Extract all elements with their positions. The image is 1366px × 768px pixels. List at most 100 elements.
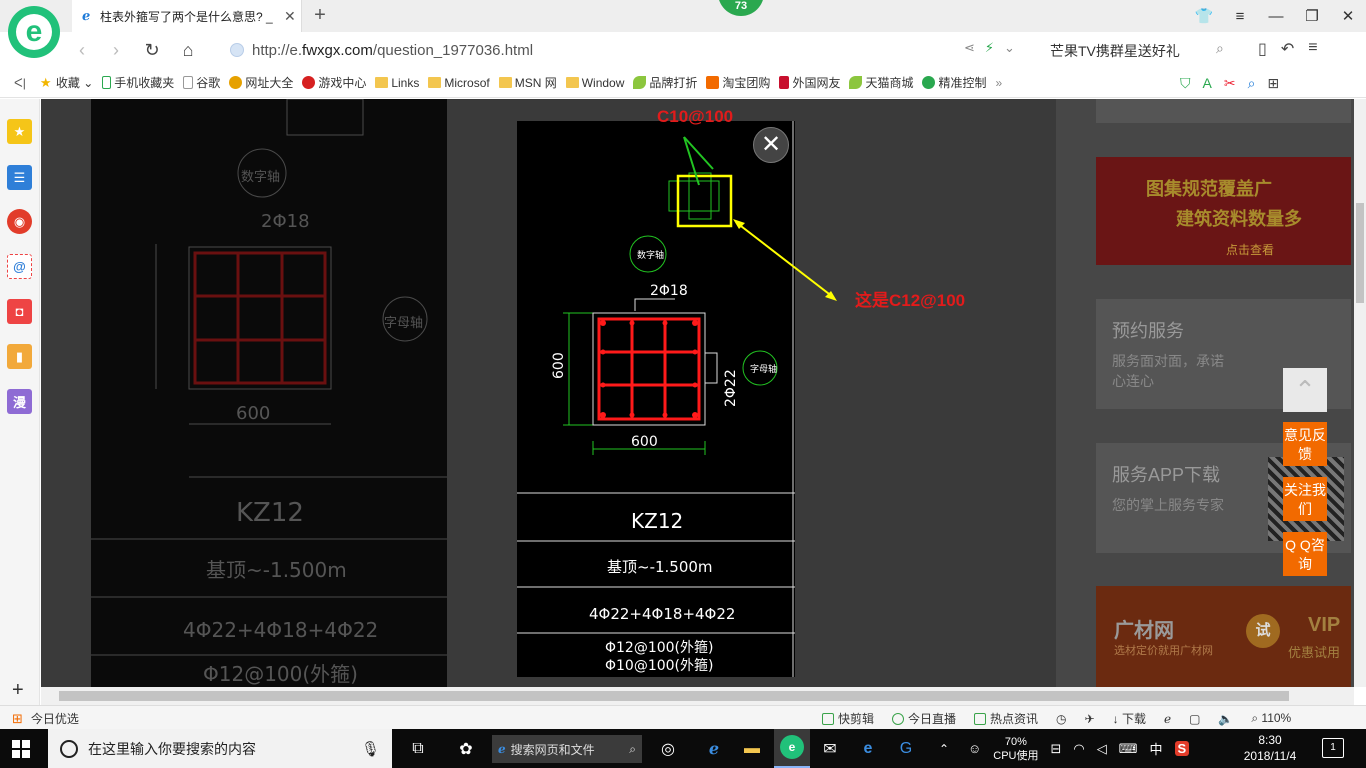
live-link[interactable]: 今日直播 xyxy=(892,710,956,727)
bookmarks-more-icon[interactable]: » xyxy=(995,76,1002,90)
tab-active[interactable]: ℯ 柱表外箍写了两个是什么意思? _ ✕ xyxy=(72,0,302,32)
glodon-app-icon[interactable]: G xyxy=(892,735,920,763)
system-clock[interactable]: 8:30 2018/11/4 xyxy=(1240,732,1300,764)
favorites-star-icon[interactable]: ★ xyxy=(7,119,32,144)
browser-logo[interactable]: e xyxy=(8,6,60,58)
search-icon[interactable]: ⌕ xyxy=(1216,40,1224,57)
active-app-browser[interactable]: e xyxy=(774,729,810,768)
horizontal-scrollbar[interactable] xyxy=(41,687,1354,705)
refresh-icon[interactable]: ↻ xyxy=(140,38,164,62)
url-text[interactable]: http://e.fwxgx.com/question_1977036.html xyxy=(252,42,533,59)
edge-icon[interactable]: e xyxy=(854,735,882,763)
magnifier-icon[interactable]: ⌕ xyxy=(1248,75,1256,92)
shield-icon[interactable]: ⛉ xyxy=(1180,75,1191,92)
bookmark-item[interactable]: 精准控制 xyxy=(922,74,986,91)
close-window-icon[interactable]: ✕ xyxy=(1330,0,1366,32)
taskbar-search[interactable]: 在这里输入你要搜索的内容 🎙 xyxy=(48,729,392,768)
cpu-usage[interactable]: 70% CPU使用 xyxy=(993,735,1038,763)
minimize-icon[interactable]: — xyxy=(1258,0,1294,32)
home-icon[interactable]: ⌂ xyxy=(176,38,200,62)
quick-clip-link[interactable]: 快剪辑 xyxy=(822,710,874,727)
follow-us-button[interactable]: 关注我们 xyxy=(1283,477,1327,521)
bookmark-item[interactable]: 手机收藏夹 xyxy=(102,74,174,91)
scissors-icon[interactable]: ✂ xyxy=(1224,75,1236,92)
skin-icon[interactable]: 👕 xyxy=(1186,0,1222,32)
acceleration-icon[interactable]: ◷ xyxy=(1056,712,1066,726)
more-menu-icon[interactable]: ≡ xyxy=(1308,39,1317,59)
sound-icon[interactable]: 🔈 xyxy=(1218,712,1233,726)
vertical-scroll-thumb[interactable] xyxy=(1356,203,1364,303)
mobile-icon[interactable]: ▯ xyxy=(1258,39,1267,59)
lightbox-close-button[interactable]: ✕ xyxy=(753,127,789,163)
bookmark-item[interactable]: 游戏中心 xyxy=(302,74,366,91)
window-icon[interactable]: ▢ xyxy=(1189,712,1200,726)
taskbar-mini-search[interactable]: ℯ 搜索网页和文件 ⌕ xyxy=(492,735,642,763)
bookmark-item[interactable]: 淘宝团购 xyxy=(706,74,770,91)
back-icon[interactable]: ‹ xyxy=(70,38,94,62)
notification-badge[interactable]: 73 xyxy=(718,0,764,16)
sogou-ime-icon[interactable]: S xyxy=(1174,741,1190,756)
wifi-icon[interactable]: ◠ xyxy=(1073,741,1084,757)
share-icon[interactable]: ⋖ xyxy=(964,40,975,56)
chevron-down-icon[interactable]: ⌄ xyxy=(1004,40,1015,56)
game-controller-icon[interactable]: ◘ xyxy=(7,299,32,324)
bookmark-item[interactable]: 外国网友 xyxy=(779,74,840,91)
new-tab-icon[interactable]: + xyxy=(310,4,330,27)
site-info-icon[interactable] xyxy=(230,43,244,57)
comic-icon[interactable]: 漫 xyxy=(7,389,32,414)
volume-icon[interactable]: ◁ xyxy=(1097,741,1107,757)
hot-news-link[interactable]: 热点资讯 xyxy=(974,710,1038,727)
undo-icon[interactable]: ↶ xyxy=(1281,39,1294,59)
promo-banner-guangcai[interactable]: 广材网 选材定价就用广材网 试 VIP 优惠试用 xyxy=(1096,586,1351,687)
book-icon[interactable]: ▮ xyxy=(7,344,32,369)
zoom-level[interactable]: ⌕ 110% xyxy=(1251,711,1291,726)
news-list-icon[interactable]: ☰ xyxy=(7,165,32,190)
internet-explorer-icon[interactable]: ℯ xyxy=(700,735,728,763)
bookmark-item[interactable]: 网址大全 xyxy=(229,74,293,91)
back-to-top-button[interactable]: ⌃ xyxy=(1283,368,1327,412)
menu-icon[interactable]: ≡ xyxy=(1222,0,1258,32)
ie-icon[interactable]: ℯ xyxy=(1164,712,1171,726)
bookmark-item[interactable]: Microsof xyxy=(428,76,490,90)
bookmark-item[interactable]: 谷歌 xyxy=(183,74,220,91)
weibo-icon[interactable]: ◉ xyxy=(7,209,32,234)
bookmark-item[interactable]: Window xyxy=(565,76,624,90)
address-bar[interactable]: http://e.fwxgx.com/question_1977036.html xyxy=(230,37,1030,63)
bookmark-item[interactable]: MSN 网 xyxy=(498,74,557,91)
spiral-app-icon[interactable]: ◎ xyxy=(654,735,682,763)
qq-consult-button[interactable]: Q Q咨询 xyxy=(1283,532,1327,576)
network-icon[interactable]: ⊟ xyxy=(1051,741,1062,757)
feedback-button[interactable]: 意见反馈 xyxy=(1283,422,1327,466)
vertical-scrollbar[interactable] xyxy=(1354,99,1366,687)
bookmark-item[interactable]: 天猫商城 xyxy=(849,74,913,91)
bookmark-item[interactable]: Links xyxy=(375,76,419,90)
keyboard-icon[interactable]: ⌨ xyxy=(1119,741,1138,757)
today-picks[interactable]: 今日优选 xyxy=(31,710,79,727)
bookmark-item[interactable]: 品牌打折 xyxy=(633,74,697,91)
mail-icon[interactable]: @ xyxy=(7,254,32,279)
promo-banner-atlas[interactable]: 图集规范覆盖广 建筑资料数量多 点击查看 xyxy=(1096,157,1351,265)
search-suggestion[interactable]: 芒果TV携群星送好礼 xyxy=(1050,41,1180,61)
bookmark-item[interactable]: ★ 收藏 ⌄ xyxy=(40,74,93,91)
file-explorer-icon[interactable]: ▬ xyxy=(738,735,766,763)
speed-mode-icon[interactable]: ⚡ xyxy=(985,40,994,56)
forward-icon[interactable]: › xyxy=(104,38,128,62)
pinwheel-app-icon[interactable]: ✿ xyxy=(452,735,480,763)
mail-app-icon[interactable]: ✉ xyxy=(816,735,844,763)
people-icon[interactable]: ☺ xyxy=(968,741,981,756)
windows-start-icon[interactable] xyxy=(12,740,30,758)
bookmarks-collapse-icon[interactable]: ᐸ| xyxy=(14,76,26,90)
ime-indicator[interactable]: 中 xyxy=(1150,739,1163,758)
horizontal-scroll-thumb[interactable] xyxy=(59,691,1289,701)
download-link[interactable]: ↓ 下载 xyxy=(1113,710,1146,727)
add-sidebar-icon[interactable]: + xyxy=(12,679,24,702)
tab-close-icon[interactable]: ✕ xyxy=(284,8,296,25)
microphone-icon[interactable]: 🎙 xyxy=(361,740,380,758)
task-view-icon[interactable]: ⧉ xyxy=(404,735,432,763)
apps-grid-icon[interactable]: ⊞ xyxy=(1267,75,1279,92)
taskbar-overflow-icon[interactable]: ⌃ xyxy=(930,735,958,763)
action-center-icon[interactable]: 1 xyxy=(1322,738,1344,758)
restore-icon[interactable]: ❐ xyxy=(1294,0,1330,32)
pin-icon[interactable]: ✈ xyxy=(1085,712,1095,726)
translate-icon[interactable]: A xyxy=(1203,75,1212,92)
